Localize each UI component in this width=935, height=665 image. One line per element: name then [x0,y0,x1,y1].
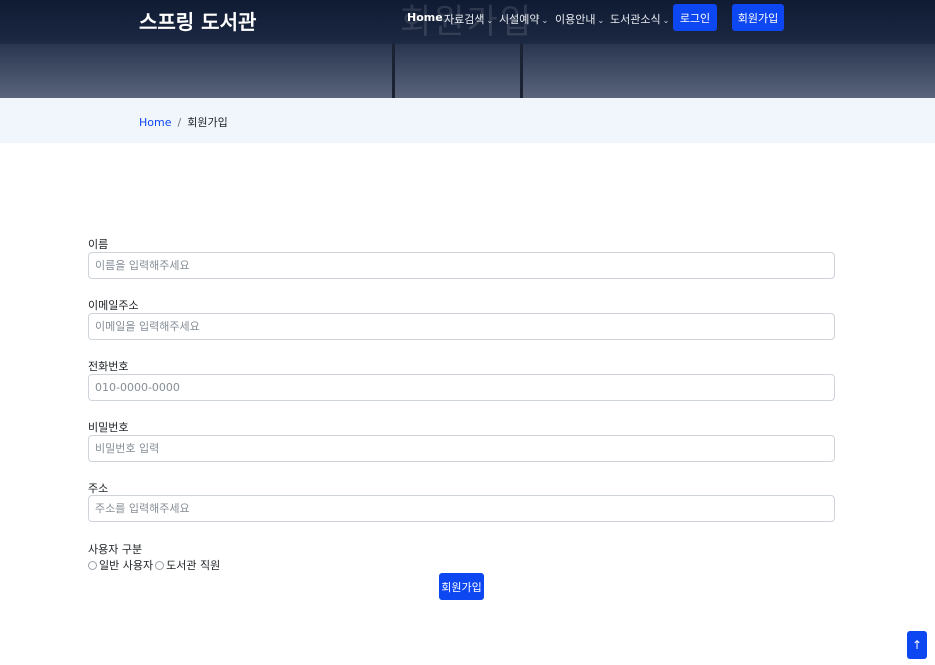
nav-item-search[interactable]: 자료검색 ⌄ [444,11,493,27]
phone-label: 전화번호 [88,360,129,373]
arrow-up-icon: ↑ [911,638,923,652]
nav-item-label: 도서관소식 [610,13,661,26]
hero-background-image [0,44,935,98]
nav-item-label: Home [407,11,443,24]
user-type-group: 일반 사용자 도서관 직원 [88,557,222,573]
site-logo[interactable]: 스프링 도서관 [139,6,256,35]
signup-nav-button[interactable]: 회원가입 [732,4,784,31]
address-input[interactable] [88,495,835,522]
breadcrumb: Home / 회원가입 [139,114,228,130]
nav-item-news[interactable]: 도서관소식 ⌄ [610,11,669,27]
hero-decor [392,44,395,98]
breadcrumb-home-link[interactable]: Home [139,116,171,129]
breadcrumb-bar: Home / 회원가입 [0,98,935,143]
nav-item-label: 이용안내 [555,13,596,26]
chevron-down-icon: ⌄ [597,16,605,25]
name-label: 이름 [88,238,109,251]
chevron-down-icon: ⌄ [486,16,494,25]
hero-decor [520,44,523,98]
login-button[interactable]: 로그인 [673,4,717,31]
nav-item-guide[interactable]: 이용안내 ⌄ [555,11,604,27]
breadcrumb-separator: / [177,116,182,129]
radio-general-user[interactable] [88,560,97,570]
password-label: 비밀번호 [88,421,129,434]
radio-library-staff[interactable] [155,560,165,570]
user-type-label: 사용자 구분 [88,543,143,556]
submit-signup-button[interactable]: 회원가입 [439,573,484,600]
name-input[interactable] [88,252,835,279]
scroll-top-button[interactable]: ↑ [907,631,927,659]
radio-label-library-staff[interactable]: 도서관 직원 [166,557,220,573]
nav-item-label: 자료검색 [444,13,485,26]
breadcrumb-current: 회원가입 [187,116,228,129]
nav-item-label: 시설예약 [499,13,540,26]
nav-item-home[interactable]: Home [407,11,443,24]
phone-input[interactable] [88,374,835,401]
password-input[interactable] [88,435,835,462]
nav-item-reservation[interactable]: 시설예약 ⌄ [499,11,548,27]
email-input[interactable] [88,313,835,340]
address-label: 주소 [88,482,109,495]
chevron-down-icon: ⌄ [541,16,549,25]
email-label: 이메일주소 [88,299,139,312]
radio-label-general-user[interactable]: 일반 사용자 [99,557,153,573]
chevron-down-icon: ⌄ [662,16,670,25]
